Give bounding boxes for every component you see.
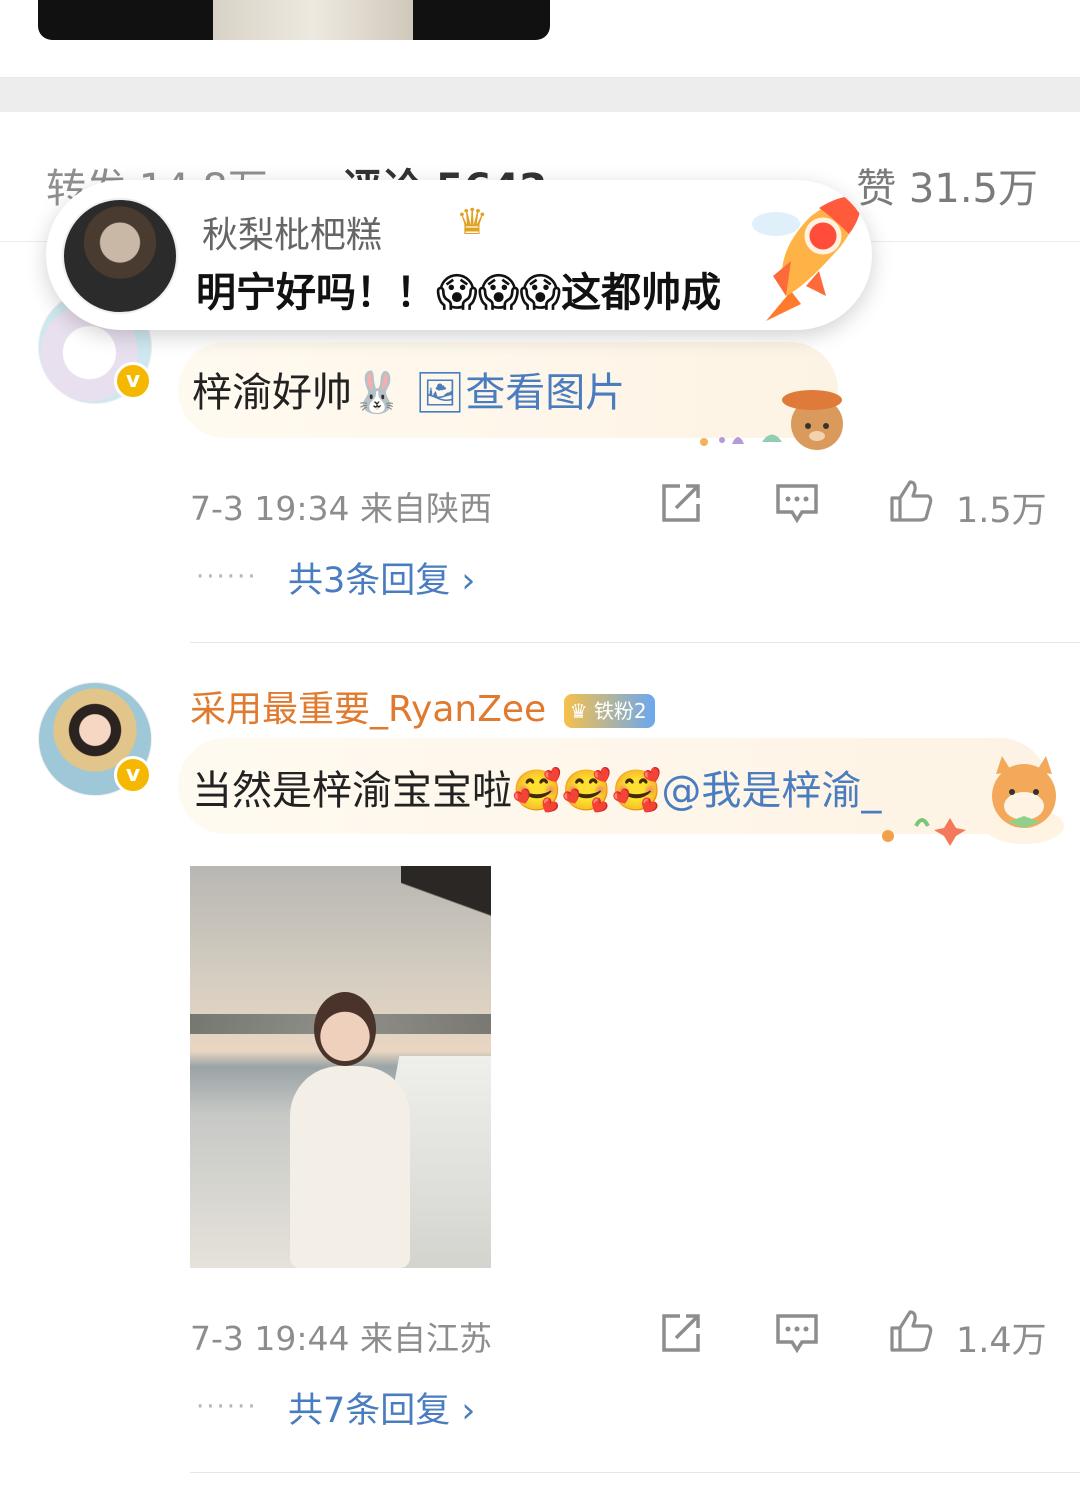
rocket-icon	[752, 195, 862, 321]
thumbs-up-icon[interactable]	[888, 1308, 934, 1354]
hot-comment-popup[interactable]: 秋梨枇杷糕 ♛ 明宁好吗！！😱😱😱这都帅成	[46, 180, 872, 330]
comment-icon[interactable]	[774, 480, 820, 526]
share-icon[interactable]	[658, 1310, 704, 1356]
dots-separator: ······	[196, 1392, 258, 1422]
crown-icon: ♛	[569, 699, 588, 723]
verified-badge-icon: v	[114, 756, 152, 794]
crown-icon: ♛	[456, 202, 489, 243]
thumbs-up-icon[interactable]	[888, 478, 934, 524]
view-replies-link[interactable]: 共7条回复 ›	[288, 1382, 475, 1433]
comment-item: v 采用最重要_RyanZee ♛ 铁粉2 当然是梓渝宝宝啦🥰🥰🥰@我是梓渝_ …	[0, 640, 1080, 1496]
view-replies-link[interactable]: 共3条回复 ›	[288, 552, 475, 603]
comment-photo[interactable]	[190, 866, 491, 1268]
comment-text-line: 当然是梓渝宝宝啦🥰🥰🥰@我是梓渝_	[192, 758, 881, 816]
bear-sticker-icon	[700, 390, 843, 450]
username[interactable]: 采用最重要_RyanZee	[190, 689, 546, 730]
comment-item: v 梓渝好帅🐰 🖼查看图片 7-3 19:34 来自陕西 1.5万 ······…	[0, 290, 1080, 650]
media-strip[interactable]	[38, 0, 550, 40]
comment-icon[interactable]	[774, 1310, 820, 1356]
dots-separator: ······	[196, 562, 258, 592]
verified-badge-icon: v	[114, 362, 152, 400]
avatar[interactable]	[62, 198, 178, 314]
comment-text: 梓渝好帅🐰	[192, 370, 402, 416]
fan-badge-label: 铁粉2	[593, 699, 647, 723]
popup-comment-text: 明宁好吗！！😱😱😱这都帅成	[196, 270, 722, 316]
post-card-bottom	[0, 0, 1080, 78]
mention-link[interactable]: @我是梓渝_	[661, 768, 881, 814]
view-image-link[interactable]: 🖼查看图片	[415, 370, 626, 416]
popup-username[interactable]: 秋梨枇杷糕	[202, 206, 382, 258]
fan-badge: ♛ 铁粉2	[563, 694, 655, 728]
username-line: 采用最重要_RyanZee ♛ 铁粉2	[190, 680, 655, 732]
like-tab[interactable]: 赞 31.5万	[856, 156, 1038, 214]
section-separator	[0, 78, 1080, 112]
shiba-sticker-icon	[882, 756, 1064, 846]
comment-meta: 7-3 19:34 来自陕西	[190, 489, 492, 528]
divider	[190, 1472, 1080, 1473]
like-count: 1.5万	[956, 491, 1047, 531]
share-icon[interactable]	[658, 480, 704, 526]
comment-text-line: 梓渝好帅🐰 🖼查看图片	[192, 360, 625, 418]
comment-meta: 7-3 19:44 来自江苏	[190, 1319, 492, 1358]
comment-text: 当然是梓渝宝宝啦🥰🥰🥰	[192, 768, 662, 814]
like-count: 1.4万	[956, 1321, 1047, 1361]
